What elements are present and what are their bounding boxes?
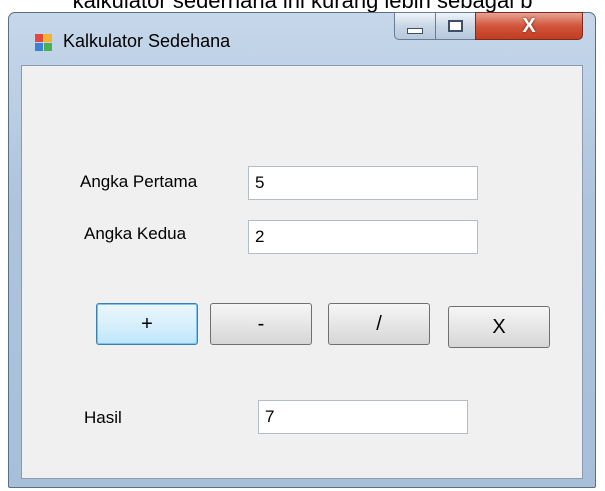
result-label: Hasil: [84, 408, 122, 427]
close-icon: X: [522, 14, 536, 37]
background-document-text: kalkulator sederhana ini kurang lebih se…: [0, 0, 605, 12]
page: kalkulator sederhana ini kurang lebih se…: [0, 0, 605, 491]
minimize-button[interactable]: [394, 12, 436, 40]
calculator-window: Kalkulator Sedehana X Angka Pertama Angk…: [8, 12, 596, 488]
maximize-button[interactable]: [435, 12, 476, 40]
second-number-label: Angka Kedua: [84, 224, 187, 243]
minimize-icon: [407, 28, 423, 34]
title-bar[interactable]: Kalkulator Sedehana X: [9, 12, 595, 63]
form-client-area: Angka Pertama Angka Kedua + - / X Hasil: [21, 65, 583, 479]
result-output[interactable]: [258, 400, 468, 434]
first-number-label: Angka Pertama: [80, 172, 198, 191]
window-title: Kalkulator Sedehana: [63, 31, 231, 51]
first-number-input[interactable]: [248, 166, 478, 200]
second-number-input[interactable]: [248, 220, 478, 254]
add-button[interactable]: +: [96, 303, 198, 345]
divide-button[interactable]: /: [328, 303, 430, 345]
maximize-icon: [448, 20, 463, 32]
subtract-button[interactable]: -: [210, 303, 312, 345]
close-button[interactable]: X: [475, 12, 583, 40]
form-app-icon: [35, 34, 52, 51]
multiply-button[interactable]: X: [448, 306, 550, 348]
